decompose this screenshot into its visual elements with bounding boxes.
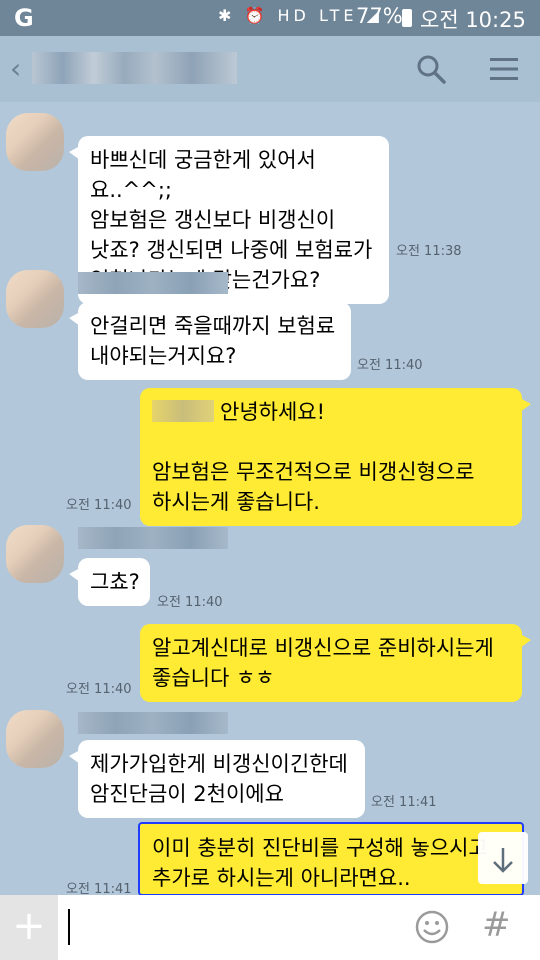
message-time: 오전 11:40 — [66, 682, 132, 697]
carrier-logo: G — [14, 4, 34, 32]
outgoing-message-text: 안녕하세요! — [220, 400, 326, 424]
sender-name-blurred — [78, 527, 228, 549]
outgoing-message-text: 암보험은 무조건적으로 비갱신형으로 하시는게 좋습니다. — [152, 460, 475, 514]
avatar[interactable] — [6, 113, 64, 171]
avatar[interactable] — [6, 525, 64, 583]
hamburger-menu-icon[interactable] — [490, 56, 518, 82]
message-time: 오전 11:38 — [396, 244, 462, 259]
search-icon[interactable] — [416, 54, 446, 84]
recipient-name-blurred — [152, 400, 214, 422]
battery-percent: 77% — [356, 4, 403, 28]
outgoing-message[interactable]: 알고계신대로 비갱신으로 준비하시는게 좋습니다 ㅎㅎ — [140, 624, 531, 702]
message-input[interactable] — [68, 909, 70, 945]
sender-name-blurred — [78, 272, 228, 294]
attach-button[interactable]: + — [0, 895, 58, 960]
avatar[interactable] — [6, 270, 64, 328]
incoming-message[interactable]: 그쵸? — [69, 558, 150, 606]
avatar[interactable] — [6, 710, 64, 768]
hash-button[interactable]: # — [482, 905, 511, 945]
incoming-message[interactable]: 제가가입한게 비갱신이긴한데 암진단금이 2천이에요 — [69, 740, 365, 818]
message-input-bar: + # — [0, 895, 540, 960]
incoming-message[interactable]: 안걸리면 죽을때까지 보험료 내야되는거지요? — [69, 302, 351, 380]
sender-name-blurred — [78, 712, 228, 734]
message-time: 오전 11:40 — [66, 498, 132, 513]
message-time: 오전 11:40 — [157, 595, 223, 610]
chevron-left-icon[interactable]: ‹ — [10, 52, 21, 85]
clock: 오전 10:25 — [420, 8, 526, 32]
status-bar: G ✱ ⏰ HD LTE ◢ 77% 오전 10:25 — [0, 0, 540, 36]
outgoing-message[interactable]: 이미 충분히 진단비를 구성해 놓으시고 추가로 하시는게 아니라면요.. — [138, 822, 524, 896]
arrow-down-icon[interactable] — [478, 832, 528, 884]
message-time: 오전 11:40 — [357, 358, 423, 373]
message-time: 오전 11:41 — [371, 795, 437, 810]
chat-title-blurred — [32, 52, 237, 84]
battery-icon — [402, 9, 412, 27]
smiley-icon[interactable] — [415, 910, 449, 944]
outgoing-message[interactable]: 안녕하세요! 암보험은 무조건적으로 비갱신형으로 하시는게 좋습니다. — [140, 388, 531, 526]
network-label: LTE — [318, 6, 358, 25]
chat-header: ‹ — [0, 36, 540, 102]
